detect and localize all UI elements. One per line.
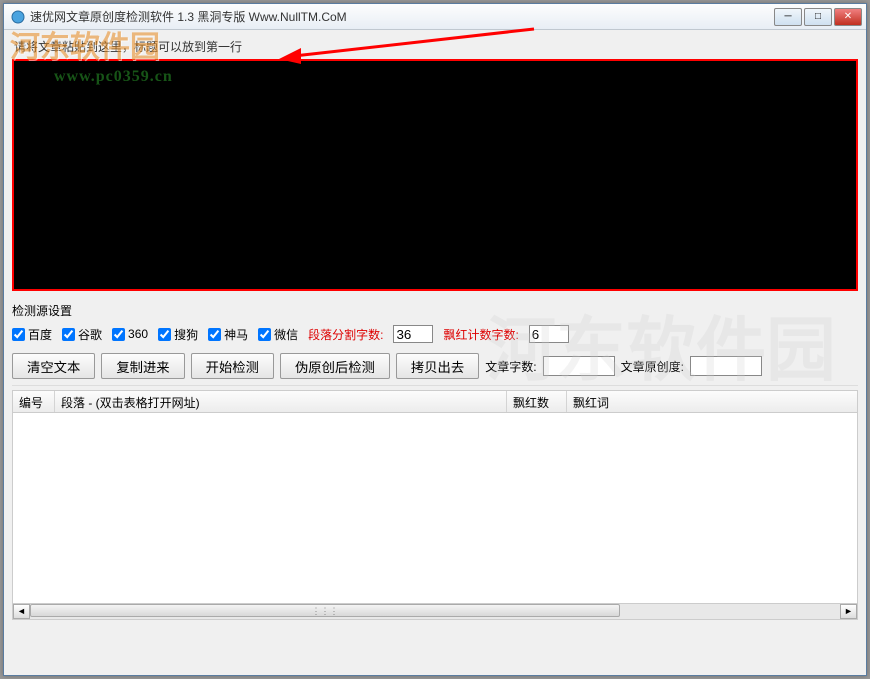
app-window: 速优网文章原创度检测软件 1.3 黑洞专版 Www.NullTM.CoM ─ □…	[3, 3, 867, 676]
content-area: 请将文章粘贴到这里，标题可以放到第一行 检测源设置 百度 谷歌 360 搜狗	[4, 30, 866, 628]
seg-input[interactable]	[393, 325, 433, 343]
wordcount-label: 文章字数:	[485, 358, 536, 375]
source-sogou[interactable]: 搜狗	[158, 326, 198, 343]
close-button[interactable]: ✕	[834, 8, 862, 26]
copyout-button[interactable]: 拷贝出去	[396, 353, 479, 379]
button-row: 清空文本 复制进来 开始检测 伪原创后检测 拷贝出去 文章字数: 文章原创度:	[12, 347, 858, 386]
wordcount-field[interactable]	[543, 356, 615, 376]
horizontal-scrollbar[interactable]: ◄ ⋮⋮⋮ ►	[12, 603, 858, 620]
pseudocheck-button[interactable]: 伪原创后检测	[280, 353, 390, 379]
scroll-right-icon[interactable]: ►	[840, 604, 857, 619]
source-360-checkbox[interactable]	[112, 328, 125, 341]
source-sogou-checkbox[interactable]	[158, 328, 171, 341]
col-redwords[interactable]: 飘红词	[567, 391, 857, 412]
red-label: 飘红计数字数:	[443, 326, 518, 343]
app-icon	[10, 9, 26, 25]
seg-label: 段落分割字数:	[308, 326, 383, 343]
editor-hint: 请将文章粘贴到这里，标题可以放到第一行	[12, 36, 858, 59]
source-weixin-checkbox[interactable]	[258, 328, 271, 341]
scroll-track[interactable]: ⋮⋮⋮	[30, 604, 840, 619]
source-baidu-checkbox[interactable]	[12, 328, 25, 341]
originality-label: 文章原创度:	[621, 358, 684, 375]
source-baidu[interactable]: 百度	[12, 326, 52, 343]
minimize-button[interactable]: ─	[774, 8, 802, 26]
originality-field[interactable]	[690, 356, 762, 376]
table-header: 编号 段落 - (双击表格打开网址) 飘红数 飘红词	[13, 391, 857, 413]
source-google-checkbox[interactable]	[62, 328, 75, 341]
scroll-left-icon[interactable]: ◄	[13, 604, 30, 619]
clear-button[interactable]: 清空文本	[12, 353, 95, 379]
col-index[interactable]: 编号	[13, 391, 55, 412]
paste-button[interactable]: 复制进来	[101, 353, 184, 379]
source-shenma[interactable]: 神马	[208, 326, 248, 343]
source-google[interactable]: 谷歌	[62, 326, 102, 343]
red-input[interactable]	[529, 325, 569, 343]
col-redcount[interactable]: 飘红数	[507, 391, 567, 412]
sources-row: 百度 谷歌 360 搜狗 神马 微信 段落分割字数:	[12, 321, 858, 347]
titlebar[interactable]: 速优网文章原创度检测软件 1.3 黑洞专版 Www.NullTM.CoM ─ □…	[4, 4, 866, 30]
scroll-thumb[interactable]: ⋮⋮⋮	[30, 604, 620, 617]
window-title: 速优网文章原创度检测软件 1.3 黑洞专版 Www.NullTM.CoM	[30, 8, 774, 25]
source-weixin[interactable]: 微信	[258, 326, 298, 343]
col-paragraph[interactable]: 段落 - (双击表格打开网址)	[55, 391, 507, 412]
source-shenma-checkbox[interactable]	[208, 328, 221, 341]
article-input[interactable]	[12, 59, 858, 291]
sources-label: 检测源设置	[12, 300, 858, 321]
maximize-button[interactable]: □	[804, 8, 832, 26]
results-table: 编号 段落 - (双击表格打开网址) 飘红数 飘红词	[12, 390, 858, 620]
start-button[interactable]: 开始检测	[191, 353, 274, 379]
source-360[interactable]: 360	[112, 327, 148, 341]
